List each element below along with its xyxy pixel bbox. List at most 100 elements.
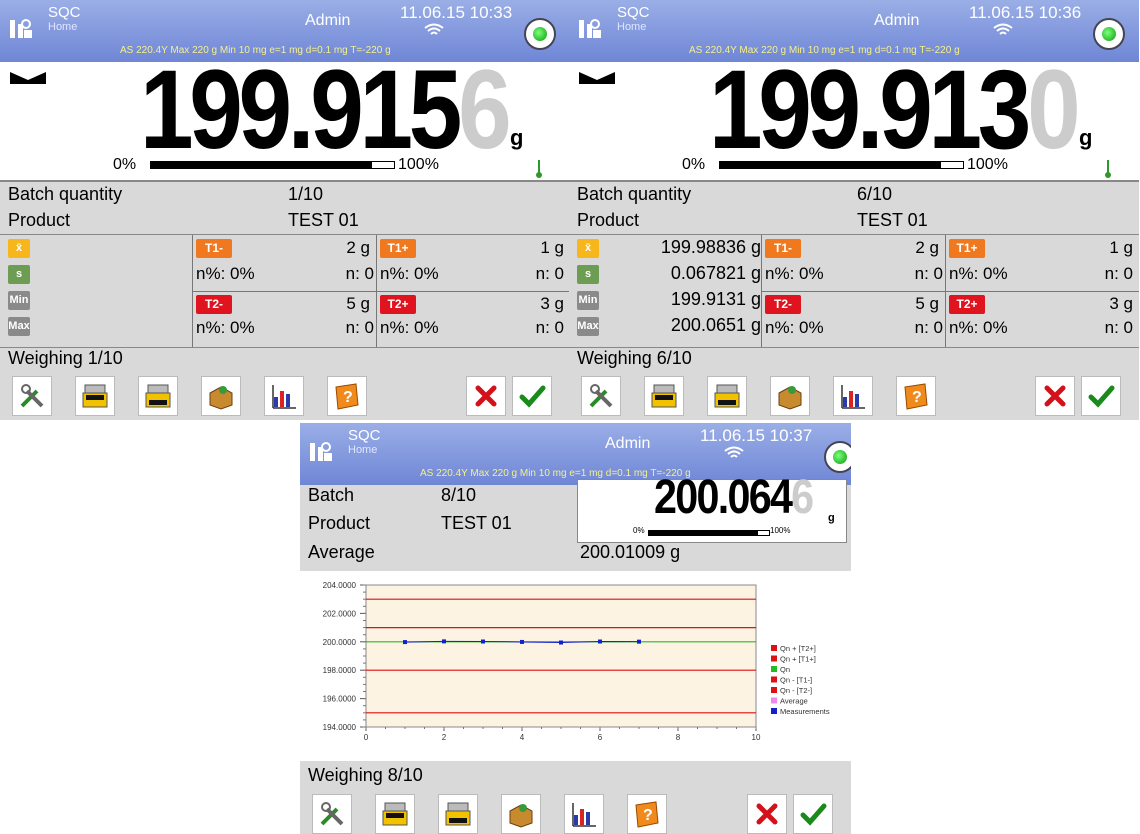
cancel-button[interactable] [466,376,506,416]
t1-minus-n: n: 0 [345,264,374,283]
user-name[interactable]: Admin [874,12,919,30]
y-tick-label: 204.0000 [323,581,357,590]
app-title: SQC [48,4,81,21]
statistics-chart-button[interactable] [264,376,304,416]
weight-display: 199.9130 g 0% 100% [569,54,1139,182]
t1-minus-value: 2 g [346,238,370,257]
settings-tools-button[interactable] [12,376,52,416]
t1-plus-value: 1 g [540,238,564,257]
cancel-button[interactable] [747,794,787,834]
x-tick-label: 0 [364,733,369,742]
print-footer-button[interactable] [707,376,747,416]
user-name[interactable]: Admin [605,435,650,453]
product-value: TEST 01 [857,210,928,230]
app-subtitle: Home [348,444,378,456]
app-subtitle: Home [48,21,78,33]
t2-plus-npct: n%: 0% [949,318,1008,337]
max-value: 200.0651 g [670,315,761,335]
t1-plus-badge: T1+ [949,239,985,258]
mini-weight-display: 200.0646 g 0% 100% [577,474,847,543]
settings-tools-button[interactable] [581,376,621,416]
legend-swatch [771,666,777,672]
t1-plus-npct: n%: 0% [949,264,1008,283]
svg-text:?: ? [643,807,653,824]
x-tick-label: 4 [520,733,525,742]
database-box-button[interactable] [770,376,810,416]
confirm-button[interactable] [793,794,833,834]
status-indicator-button[interactable] [1093,18,1125,50]
stddev-value: 0.067821 g [670,263,761,283]
mean-badge: x̄ [577,239,599,258]
database-box-button[interactable] [201,376,241,416]
t2-minus-badge: T2- [196,295,232,314]
bar-max-label: 100% [770,526,791,535]
toolbar: ? [300,791,851,834]
t2-minus-value: 5 g [915,294,939,313]
weight-unit: g [1079,125,1093,150]
measurement-point [559,640,563,645]
zero-indicator-icon [579,72,615,84]
confirm-button[interactable] [1081,376,1121,416]
legend-label: Average [780,697,808,706]
settings-tools-button[interactable] [312,794,352,834]
weight-unit: g [828,512,835,524]
status-indicator-button[interactable] [524,18,556,50]
batch-label: Batch quantity [8,184,123,204]
print-footer-button[interactable] [438,794,478,834]
min-badge: Min [8,291,30,310]
plot-area [365,584,757,728]
confirm-button[interactable] [512,376,552,416]
t1-minus-npct: n%: 0% [196,264,255,283]
status-indicator-button[interactable] [824,441,851,473]
load-bar [150,161,395,169]
print-header-button[interactable] [75,376,115,416]
product-row: Product TEST 01 [308,513,512,534]
y-tick-label: 202.0000 [323,609,357,618]
measurement-point [481,639,485,644]
date-time: 11.06.15 10:36 [969,3,1082,22]
legend-swatch [771,687,777,693]
app-subtitle: Home [617,21,647,33]
user-name[interactable]: Admin [305,12,350,30]
print-header-button[interactable] [644,376,684,416]
batch-label: Batch [308,485,355,505]
statistics-chart-button[interactable] [564,794,604,834]
t1-minus-badge: T1- [765,239,801,258]
measurement-point [520,639,524,644]
help-book-button[interactable]: ? [627,794,667,834]
t2-minus-n: n: 0 [914,318,943,337]
sqc-screen-1: SQC Home Admin 11.06.15 10:33 AS 220.4Y … [0,0,570,420]
bar-max-label: 100% [967,156,1008,173]
print-footer-button[interactable] [138,376,178,416]
bar-min-label: 0% [633,526,645,535]
wifi-icon [993,23,1013,35]
product-label: Product [308,513,371,533]
scale-home-icon[interactable] [577,14,603,40]
average-row: Average 200.01009 g [308,542,680,563]
scale-specs: AS 220.4Y Max 220 g Min 10 mg e=1 mg d=0… [420,468,691,479]
statistics-panel: x̄ s Min Max 199.98836 g 0.067821 g 199.… [569,234,1139,348]
cancel-button[interactable] [1035,376,1075,416]
t1-minus-npct: n%: 0% [765,264,824,283]
database-box-button[interactable] [501,794,541,834]
statistics-chart-button[interactable] [833,376,873,416]
scale-home-icon[interactable] [8,14,34,40]
product-label: Product [577,210,640,230]
print-header-button[interactable] [375,794,415,834]
svg-text:?: ? [343,389,353,406]
control-chart-svg: 194.0000 196.0000 198.0000 200.0000 202.0000… [323,581,830,742]
help-book-button[interactable]: ? [327,376,367,416]
scale-home-icon[interactable] [308,437,334,463]
batch-row: Batch 8/10 [308,485,476,506]
t2-plus-n: n: 0 [535,318,564,337]
help-book-button[interactable]: ? [896,376,936,416]
t1-minus-n: n: 0 [914,264,943,283]
weight-display: 199.9156 g 0% 100% [0,54,570,182]
legend-label: Qn - [T1-] [780,676,812,685]
wifi-icon [724,446,744,458]
stddev-badge: s [577,265,599,284]
min-badge: Min [577,291,599,310]
thermometer-icon [1105,160,1111,178]
legend-swatch [771,645,777,651]
y-tick-label: 196.0000 [323,695,357,704]
